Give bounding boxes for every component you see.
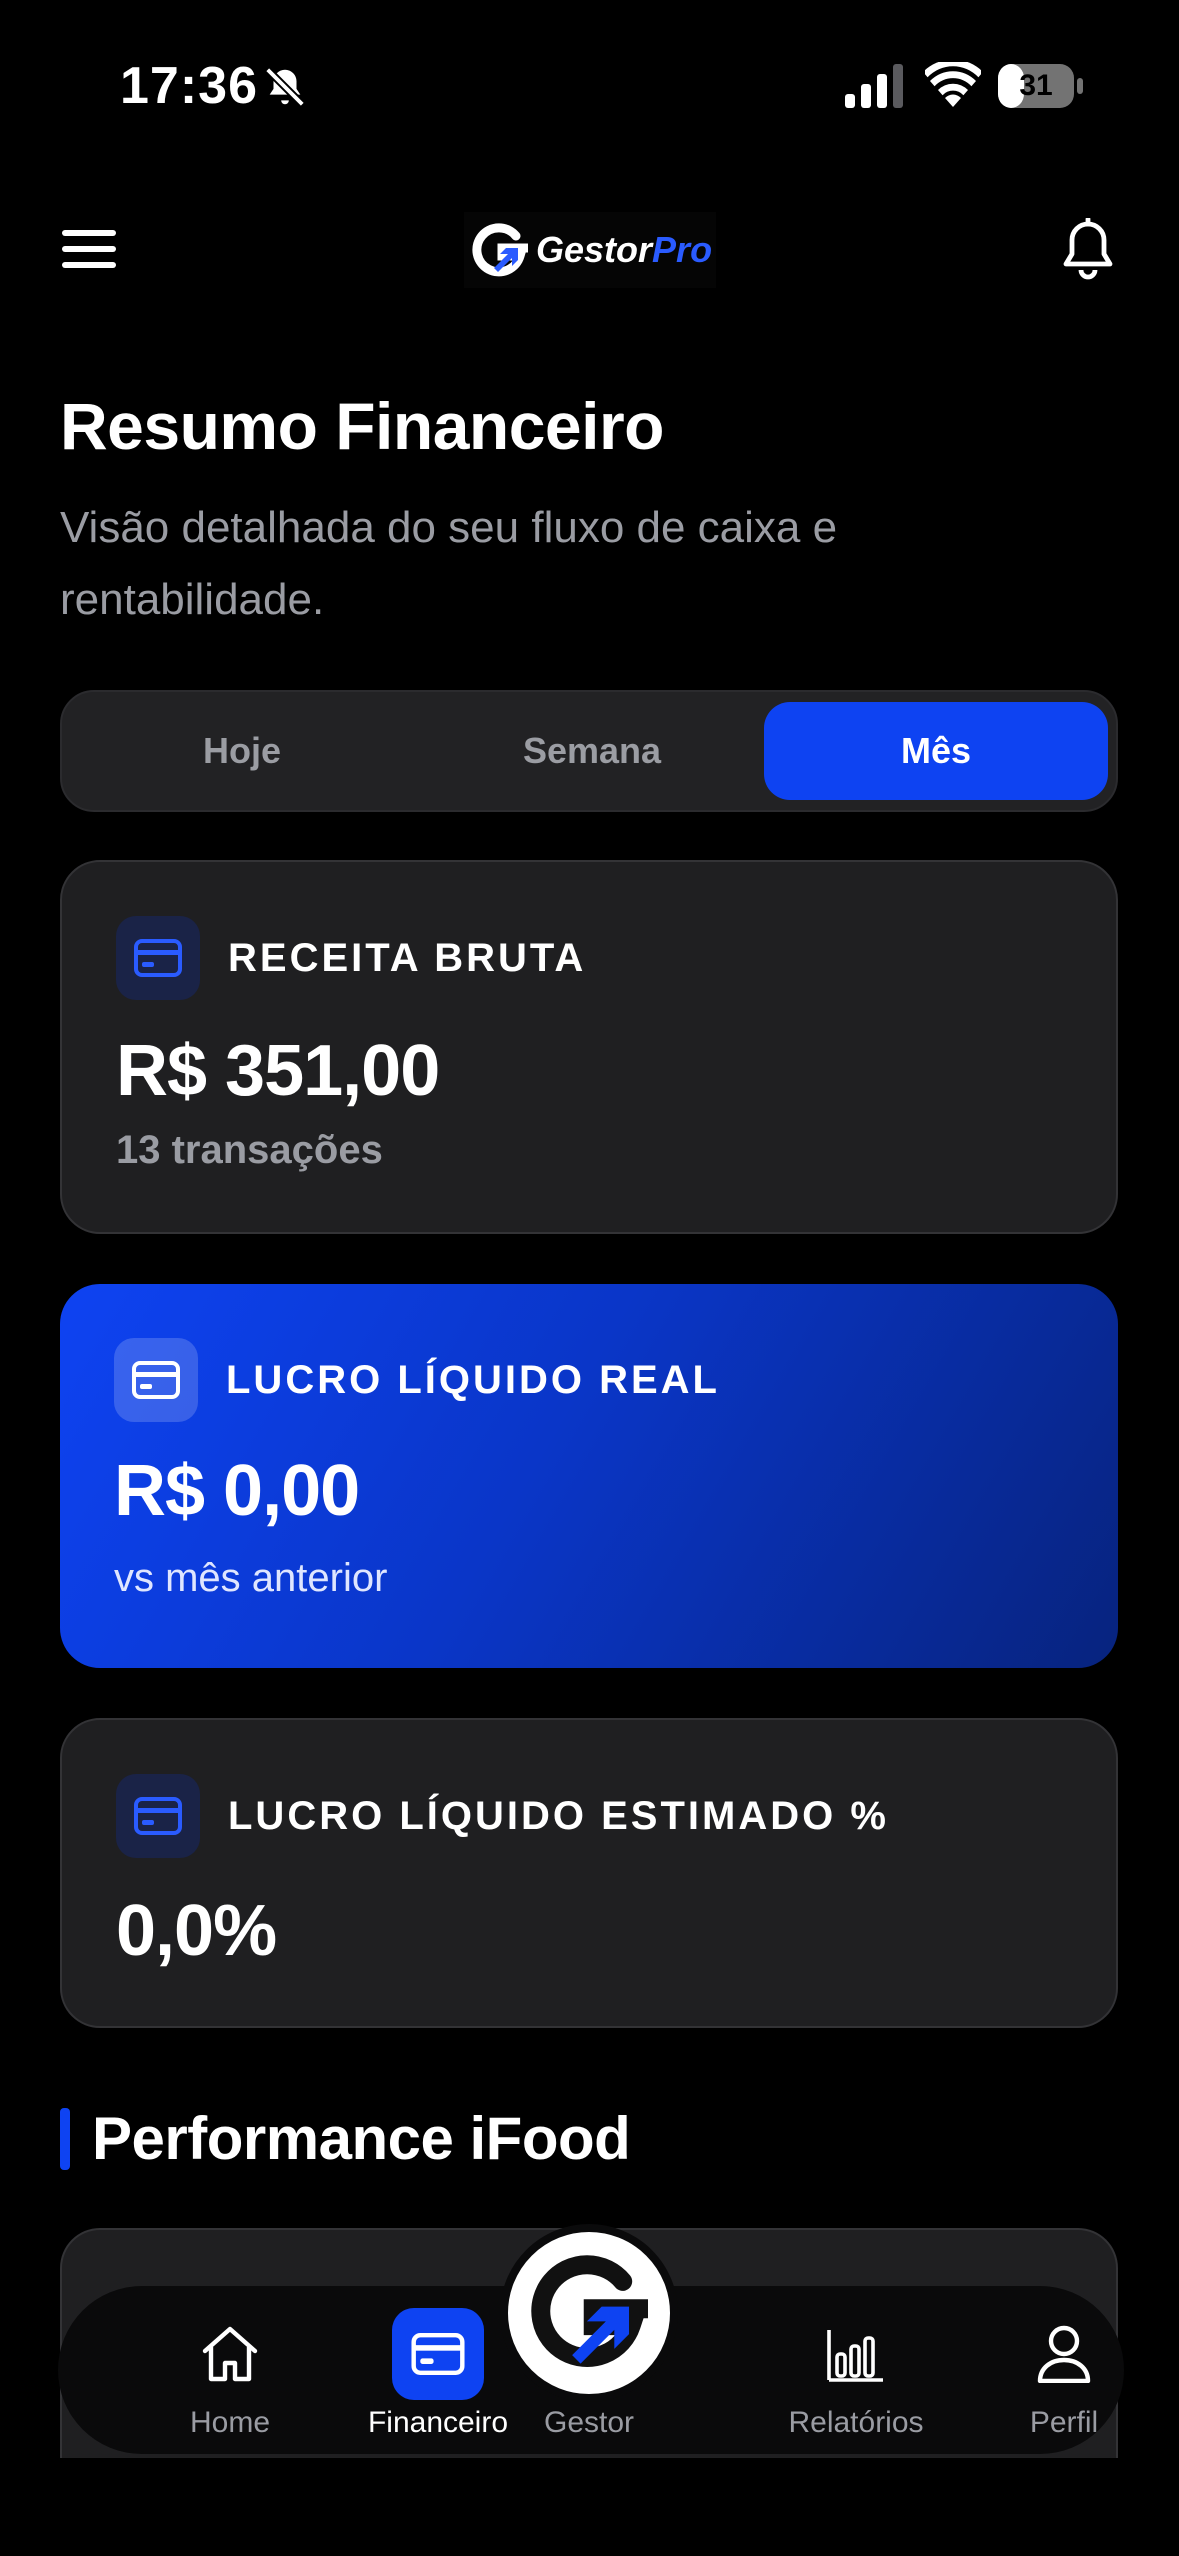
nav-home[interactable]: Home [140, 2286, 320, 2454]
card-label: LUCRO LÍQUIDO ESTIMADO % [228, 1794, 889, 1838]
card-value: R$ 0,00 [114, 1451, 360, 1531]
tab-mes[interactable]: Mês [764, 702, 1108, 800]
gestor-logo-icon [472, 223, 528, 277]
credit-card-icon [392, 2308, 484, 2400]
section-title: Performance iFood [92, 2105, 631, 2172]
period-selector: Hoje Semana Mês [60, 690, 1118, 812]
nav-label: Home [189, 2406, 271, 2439]
page-subtitle: Visão detalhada do seu fluxo de caixa e … [60, 503, 838, 624]
status-bar: 17:36 31 [0, 0, 1179, 175]
card-subtext: 13 transações [116, 1128, 383, 1172]
credit-card-icon [116, 1774, 200, 1858]
status-time: 17:36 [120, 57, 258, 115]
card-label: LUCRO LÍQUIDO REAL [226, 1358, 720, 1402]
bar-chart-icon [810, 2308, 902, 2400]
nav-gestor-button[interactable] [500, 2224, 678, 2402]
nav-label: Gestor [543, 2406, 635, 2439]
nav-perfil[interactable]: Perfil [974, 2286, 1154, 2454]
battery-level: 31 [1019, 69, 1053, 102]
hamburger-menu-icon[interactable] [62, 228, 116, 270]
card-value: 0,0% [116, 1891, 277, 1971]
app-logo: GestorPro [464, 212, 716, 288]
nav-label: Financeiro [367, 2406, 509, 2439]
lucro-liquido-estimado-card[interactable]: LUCRO LÍQUIDO ESTIMADO % 0,0% [60, 1718, 1118, 2028]
bell-slash-icon [265, 67, 305, 107]
notification-bell-icon[interactable] [1060, 218, 1116, 282]
home-icon [184, 2308, 276, 2400]
lucro-liquido-real-card[interactable]: LUCRO LÍQUIDO REAL R$ 0,00 vs mês anteri… [60, 1284, 1118, 1668]
user-icon [1018, 2308, 1110, 2400]
credit-card-icon [114, 1338, 198, 1422]
nav-label: Relatórios [788, 2406, 924, 2439]
card-label: RECEITA BRUTA [228, 936, 587, 980]
card-subtext: vs mês anterior [114, 1556, 388, 1600]
gestor-logo-icon [531, 2255, 648, 2367]
battery-icon: 31 [998, 64, 1084, 108]
section-accent-bar [60, 2108, 70, 2170]
nav-label: Perfil [1029, 2406, 1099, 2439]
credit-card-icon [116, 916, 200, 1000]
nav-relatorios[interactable]: Relatórios [766, 2286, 946, 2454]
logo-text: GestorPro [536, 229, 713, 270]
wifi-icon [925, 62, 981, 107]
receita-bruta-card[interactable]: RECEITA BRUTA R$ 351,00 13 transações [60, 860, 1118, 1234]
page-title: Resumo Financeiro [60, 389, 664, 463]
tab-hoje[interactable]: Hoje [72, 702, 412, 800]
card-value: R$ 351,00 [116, 1031, 440, 1111]
tab-semana[interactable]: Semana [422, 702, 762, 800]
cellular-signal-icon [845, 64, 903, 108]
